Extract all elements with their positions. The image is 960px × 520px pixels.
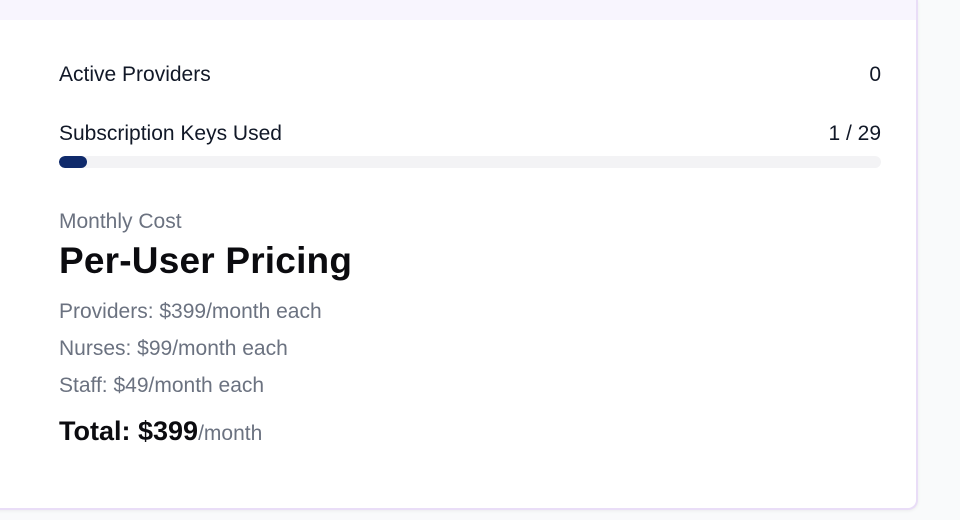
subscription-keys-label: Subscription Keys Used: [59, 122, 282, 145]
total-cost: Total: $399/month: [59, 416, 881, 447]
active-providers-label: Active Providers: [59, 63, 211, 86]
price-line-providers: Providers: $399/month each: [59, 300, 322, 323]
subscription-keys-progress-fill: [59, 156, 88, 168]
price-line-nurses: Nurses: $99/month each: [59, 337, 288, 360]
subscription-keys-progress-bar: [59, 156, 881, 168]
card-header-strip: [0, 0, 916, 20]
active-providers-value: 0: [869, 63, 881, 86]
total-amount: Total: $399: [59, 416, 199, 446]
monthly-cost-label: Monthly Cost: [59, 210, 182, 233]
price-line-staff: Staff: $49/month each: [59, 374, 265, 397]
pricing-title: Per-User Pricing: [59, 240, 353, 281]
card-body: Active Providers 0 Subscription Keys Use…: [59, 20, 881, 447]
subscription-keys-value: 1 / 29: [828, 122, 881, 145]
active-providers-row: Active Providers 0: [59, 63, 881, 87]
total-suffix: /month: [198, 422, 263, 445]
subscription-keys-row: Subscription Keys Used 1 / 29: [59, 122, 881, 146]
subscription-card: Active Providers 0 Subscription Keys Use…: [0, 0, 918, 510]
